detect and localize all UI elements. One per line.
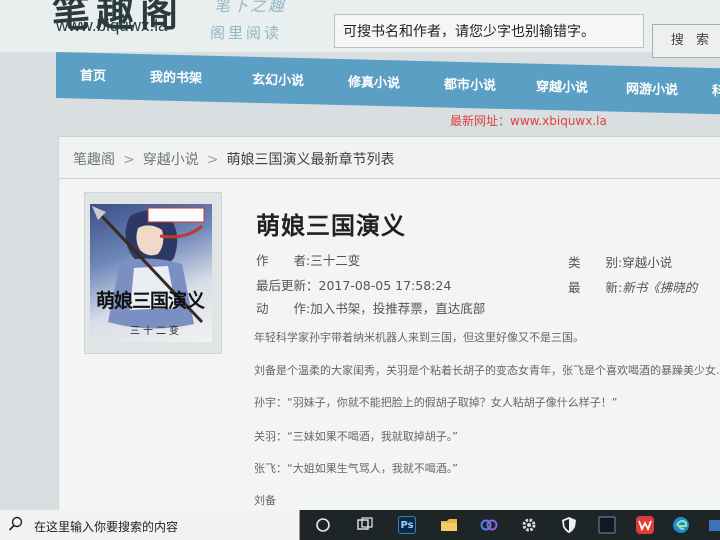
intro-line: 张飞：“大姐如果生气骂人，我就不喝酒。” xyxy=(254,462,458,475)
chevron-right-icon: > xyxy=(206,152,219,168)
category-value[interactable]: 穿越小说 xyxy=(622,255,672,270)
book-latest: 最 新:新书《拂晓的 xyxy=(568,277,697,296)
cover-title: 萌娘三国演义 xyxy=(96,290,205,312)
new-url-notice: 最新网址：www.xbiquwx.la xyxy=(450,114,607,128)
task-view-icon[interactable] xyxy=(314,516,332,534)
task-switch-icon[interactable] xyxy=(356,516,374,534)
intro-line: 年轻科学家孙宇带着纳米机器人来到三国，但这里好像又不是三国。 xyxy=(254,331,584,344)
folder-icon[interactable] xyxy=(440,516,458,534)
wps-icon[interactable] xyxy=(636,516,654,534)
add-to-shelf-link[interactable]: 加入书架 xyxy=(310,301,360,316)
windows-taskbar: 在这里输入你要搜索的内容 Ps xyxy=(0,510,720,540)
nav-item-bookshelf[interactable]: 我的书架 xyxy=(150,66,202,86)
site-logo-url[interactable]: www.biquwx.la xyxy=(56,16,168,36)
chevron-right-icon: > xyxy=(123,152,135,168)
gear-icon[interactable] xyxy=(520,516,538,534)
mail-icon[interactable] xyxy=(708,516,720,534)
author-value[interactable]: 三十二变 xyxy=(310,253,360,268)
actions-label: 动 作: xyxy=(256,301,311,316)
search-button[interactable]: 搜 索 xyxy=(652,24,720,58)
shield-icon[interactable] xyxy=(560,516,578,534)
edge-icon[interactable] xyxy=(672,516,690,534)
latest-chapter-link[interactable]: 新书《拂晓的 xyxy=(622,280,697,295)
nav-item-xiuzhen[interactable]: 修真小说 xyxy=(348,71,400,91)
main-nav: 首页 我的书架 玄幻小说 修真小说 都市小说 穿越小说 网游小说 科 xyxy=(56,52,720,115)
book-category: 类 别:穿越小说 xyxy=(568,252,672,271)
intro-line: 孙宇：“羽妹子，你就不能把脸上的假胡子取掉？女人粘胡子像什么样子！” xyxy=(254,396,618,409)
vote-link[interactable]: 投推荐票 xyxy=(373,301,423,316)
nav-item-dushi[interactable]: 都市小说 xyxy=(444,73,496,93)
browser-icon[interactable] xyxy=(480,516,498,534)
photoshop-icon[interactable]: Ps xyxy=(398,516,416,534)
author-label: 作 者: xyxy=(256,253,311,268)
taskbar-search-placeholder: 在这里输入你要搜索的内容 xyxy=(34,520,179,534)
intro-line: 刘备是个温柔的大家闺秀，关羽是个粘着长胡子的变态女青年，张飞是个喜欢喝酒的暴躁美… xyxy=(254,364,720,377)
breadcrumb-current: 萌娘三国演义最新章节列表 xyxy=(226,152,395,168)
action-separator: ， xyxy=(360,301,373,316)
nav-item-ke[interactable]: 科 xyxy=(712,80,720,99)
book-author: 作 者:三十二变 xyxy=(256,250,360,269)
site-header: 笔趣阁 www.biquwx.la 笔下之趣 阁里阅读 可搜书名和作者，请您少字… xyxy=(0,0,720,58)
breadcrumb-category[interactable]: 穿越小说 xyxy=(143,152,199,168)
updated-label: 最后更新： xyxy=(256,278,319,293)
breadcrumb-home[interactable]: 笔趣阁 xyxy=(73,152,115,168)
slogan-line-1: 笔下之趣 xyxy=(214,0,287,15)
search-icon xyxy=(8,516,23,531)
book-updated: 最后更新：2017-08-05 17:58:24 xyxy=(256,275,451,294)
breadcrumb-bar: 笔趣阁 > 穿越小说 > 萌娘三国演义最新章节列表 xyxy=(58,136,720,178)
slogan-line-2: 阁里阅读 xyxy=(210,24,283,42)
taskbar-search-box[interactable]: 在这里输入你要搜索的内容 xyxy=(0,510,300,540)
book-title: 萌娘三国演义 xyxy=(256,212,406,240)
action-separator: ， xyxy=(422,301,436,316)
category-label: 类 别: xyxy=(568,255,623,270)
search-input[interactable]: 可搜书名和作者，请您少字也别输错字。 xyxy=(334,14,644,48)
updated-value: 2017-08-05 17:58:24 xyxy=(318,278,452,293)
book-actions: 动 作:加入书架，投推荐票，直达底部 xyxy=(256,298,485,317)
book-cover-image[interactable]: 萌娘三国演义 三十二变 xyxy=(90,204,212,342)
go-bottom-link[interactable]: 直达底部 xyxy=(435,301,485,316)
cover-author: 三十二变 xyxy=(130,326,182,337)
intro-line: 关羽：“三妹如果不喝酒，我就取掉胡子。” xyxy=(254,430,458,443)
nav-item-home[interactable]: 首页 xyxy=(80,65,106,85)
latest-label: 最 新: xyxy=(568,280,623,295)
nav-item-chuanyue[interactable]: 穿越小说 xyxy=(536,76,588,96)
nav-item-wangyou[interactable]: 网游小说 xyxy=(626,78,678,98)
breadcrumb: 笔趣阁 > 穿越小说 > 萌娘三国演义最新章节列表 xyxy=(73,149,394,169)
app-window-icon[interactable] xyxy=(598,516,616,534)
intro-line: 刘备 xyxy=(254,494,276,507)
nav-item-xuanhuan[interactable]: 玄幻小说 xyxy=(252,69,304,89)
